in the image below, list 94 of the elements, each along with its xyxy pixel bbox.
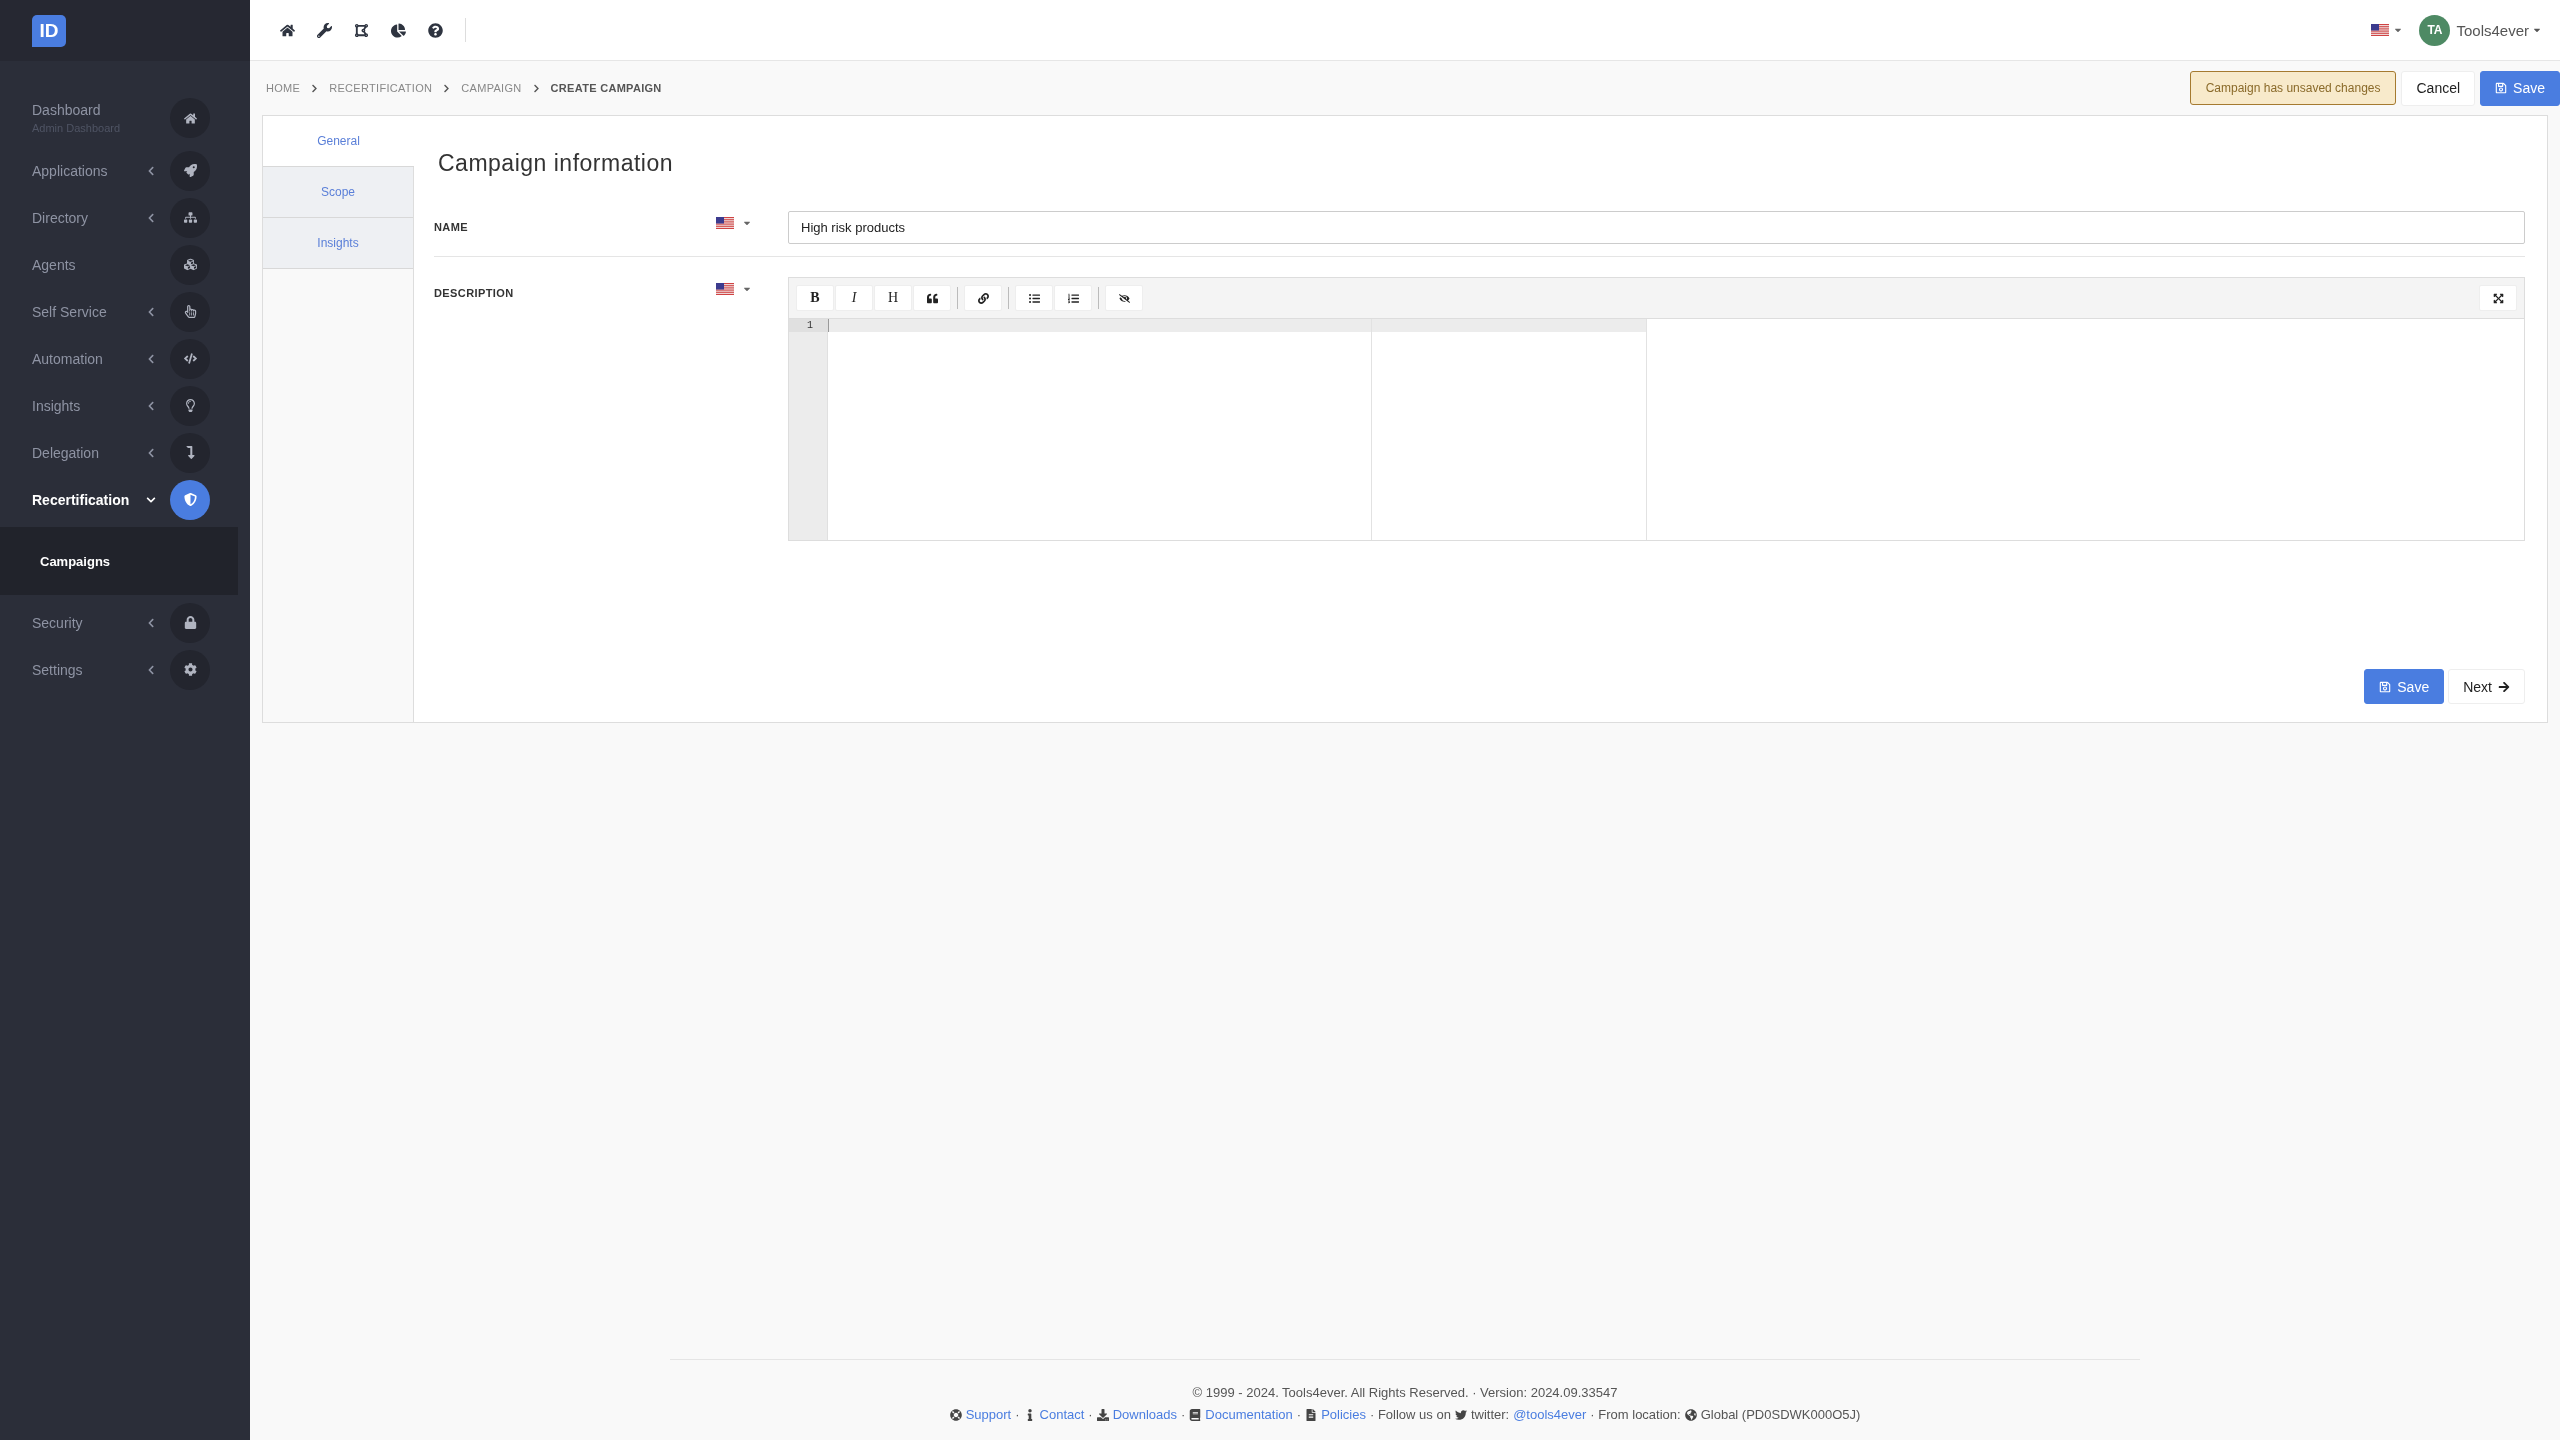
italic-button[interactable]: I [835,285,873,311]
tab[interactable]: General [263,116,414,167]
us-flag-icon [716,217,734,229]
arrow-right-icon [2498,680,2510,693]
file-icon [1305,1408,1318,1421]
shield-icon [170,479,210,520]
sitemap-icon [170,197,210,238]
name-field[interactable]: High risk products [788,211,2525,244]
preview-button[interactable] [1105,285,1143,311]
bulleted-list-icon [1028,292,1040,304]
sidebar-item[interactable]: Directory [0,194,250,241]
quote-icon [926,292,938,304]
sidebar-item[interactable]: Recertification [0,476,250,523]
hand-pointer-icon [170,291,210,332]
save-button[interactable]: Save [2364,669,2445,704]
quote-button[interactable] [913,285,951,311]
breadcrumb-link[interactable]: RECERTIFICATION [329,82,433,94]
bold-button[interactable]: B [796,285,834,311]
rocket-icon [170,150,210,191]
save-button[interactable]: Save [2480,70,2560,106]
footer-link[interactable]: @tools4ever [1513,1407,1587,1422]
eye-slash-icon [1118,292,1130,304]
sidebar-item[interactable]: Delegation [0,429,250,476]
language-dropdown[interactable] [2371,24,2404,36]
sidebar-item[interactable]: Security [0,599,250,646]
sidebar-item[interactable]: Insights [0,382,250,429]
sidebar-item[interactable]: Agents [0,241,250,288]
sidebar-item[interactable]: Settings [0,646,250,693]
lifebuoy-icon [949,1408,962,1421]
tab[interactable]: Scope [263,167,413,218]
footer-text: · [1181,1407,1186,1422]
user-avatar[interactable]: TA [2419,14,2451,46]
footer-text: · From location: [1590,1407,1681,1422]
arrow-down-icon [170,432,210,473]
footer-link[interactable]: Contact [1039,1407,1085,1422]
footer-text: Global (PD0SDWK000O5J) [1700,1407,1861,1422]
breadcrumb-link[interactable]: HOME [266,82,301,94]
fullscreen-button[interactable] [2479,285,2517,311]
sidebar-item[interactable]: Self Service [0,288,250,335]
help-icon[interactable] [428,22,443,38]
bulleted-list-button[interactable] [1015,285,1053,311]
lock-icon [170,602,210,643]
save-icon [2495,82,2508,94]
expand-icon [2492,292,2504,304]
line-number: 1 [789,319,827,332]
save-icon [2379,680,2392,693]
breadcrumb-link[interactable]: CREATE CAMPAIGN [550,82,662,94]
footer-text: · [1088,1407,1093,1422]
markdown-editor[interactable]: B I H 1 [788,277,2525,541]
field-label: NAME [434,220,469,233]
sidebar-item[interactable]: Automation [0,335,250,382]
gear-icon [170,649,210,690]
code-icon [170,338,210,379]
footer-text: twitter: [1470,1407,1510,1422]
footer-text: · [1015,1407,1020,1422]
triangle-nodes-icon[interactable] [354,22,369,38]
book-icon [1189,1408,1202,1421]
chevron-right-icon [310,83,320,93]
footer-link[interactable]: Downloads [1112,1407,1177,1422]
logo[interactable]: ID [32,14,66,47]
chevron-right-icon [531,83,541,93]
wrench-icon[interactable] [317,22,332,38]
footer-link[interactable]: Policies [1321,1407,1366,1422]
heading-button[interactable]: H [874,285,912,311]
tab[interactable]: Insights [263,218,413,269]
pie-chart-icon[interactable] [391,22,406,38]
cancel-button[interactable]: Cancel [2401,70,2476,106]
link-icon [977,292,989,304]
unsaved-changes-notice: Campaign has unsaved changes [2189,71,2397,105]
submenu-item[interactable]: Campaigns [40,553,111,569]
us-flag-icon [716,283,734,295]
numbered-list-button[interactable] [1054,285,1092,311]
footer-link[interactable]: Documentation [1205,1407,1293,1422]
section-title: Campaign information [438,150,674,177]
numbered-list-icon [1067,292,1079,304]
globe-icon [1684,1408,1697,1421]
field-label: DESCRIPTION [434,286,515,299]
download-icon [1096,1408,1109,1421]
footer-link[interactable]: Support [965,1407,1012,1422]
cubes-icon [170,244,210,285]
user-menu[interactable]: Tools4ever [2456,21,2542,39]
sidebar-item[interactable]: Applications [0,147,250,194]
chevron-right-icon [442,83,452,93]
link-button[interactable] [964,285,1002,311]
footer-text: · Follow us on [1369,1407,1451,1422]
home-icon[interactable] [280,22,295,38]
lightbulb-icon [170,385,210,426]
next-button[interactable]: Next [2448,669,2525,704]
footer-text: · [1296,1407,1302,1422]
breadcrumb-link[interactable]: CAMPAIGN [461,82,522,94]
home-icon [170,98,210,138]
copyright-text: © 1999 - 2024. Tools4ever. All Rights Reserved. · Version: 2024.09.33547 [1192,1385,1618,1400]
us-flag-icon [2371,24,2390,36]
bird-icon [1454,1408,1467,1421]
